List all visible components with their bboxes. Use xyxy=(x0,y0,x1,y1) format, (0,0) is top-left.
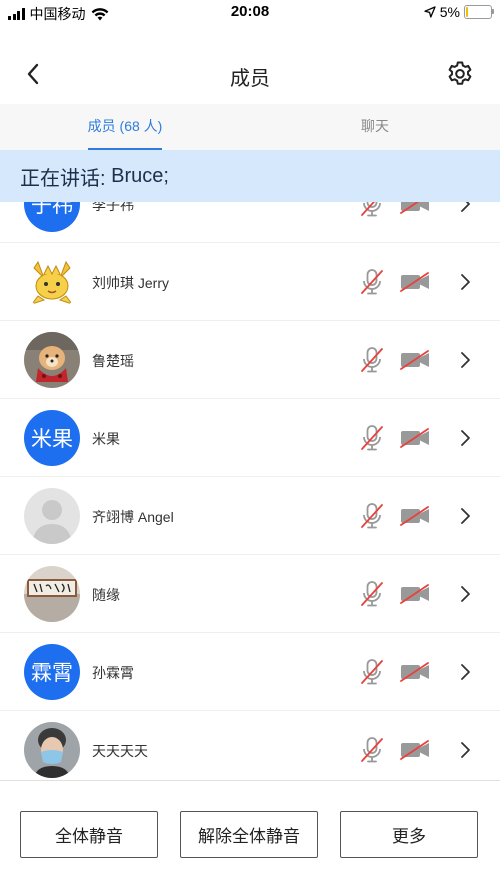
camera-off-icon[interactable] xyxy=(400,583,430,605)
camera-off-icon[interactable] xyxy=(400,349,430,371)
member-row[interactable]: 米果 米果 xyxy=(0,399,500,477)
member-name: 随缘 xyxy=(92,587,120,603)
chevron-right-icon[interactable] xyxy=(458,662,472,682)
member-row[interactable]: 天天天天 xyxy=(0,711,500,780)
bottom-action-bar: 全体静音 解除全体静音 更多 xyxy=(0,780,500,890)
member-row[interactable]: 霖霄 孙霖霄 xyxy=(0,633,500,711)
default-person-icon xyxy=(24,488,80,544)
speaking-label: 正在讲话: xyxy=(20,167,112,190)
member-name: 孙霖霄 xyxy=(92,665,134,681)
member-name: 米果 xyxy=(92,431,120,447)
member-row[interactable]: 子祎 李子祎 xyxy=(0,202,500,243)
mute-all-button[interactable]: 全体静音 xyxy=(20,811,158,858)
chevron-right-icon[interactable] xyxy=(458,506,472,526)
camera-off-icon[interactable] xyxy=(400,271,430,293)
camera-off-icon[interactable] xyxy=(400,505,430,527)
member-list[interactable]: 子祎 李子祎刘帅琪 Jerry 鲁楚瑶米果 米果齐翊博 Angel 随缘霖霄 孙霖霄天天天… xyxy=(0,202,500,780)
dog-photo-icon xyxy=(24,332,80,388)
member-row[interactable]: 鲁楚瑶 xyxy=(0,321,500,399)
member-row[interactable]: 齐翊博 Angel xyxy=(0,477,500,555)
status-right: 5% xyxy=(424,4,494,20)
chevron-right-icon[interactable] xyxy=(458,272,472,292)
settings-button[interactable] xyxy=(444,58,476,90)
mic-muted-icon[interactable] xyxy=(359,502,385,530)
tab-bar: 成员 (68 人) 聊天 xyxy=(0,104,500,150)
chevron-right-icon[interactable] xyxy=(458,202,472,214)
member-row[interactable]: 随缘 xyxy=(0,555,500,633)
location-arrow-icon xyxy=(424,6,436,18)
mic-muted-icon[interactable] xyxy=(359,346,385,374)
member-name: 鲁楚瑶 xyxy=(92,353,134,369)
member-list-content: 子祎 李子祎刘帅琪 Jerry 鲁楚瑶米果 米果齐翊博 Angel 随缘霖霄 孙霖霄天天天… xyxy=(0,202,500,780)
masked-person-photo-icon xyxy=(24,722,80,778)
status-bar: 中国移动 20:08 5% xyxy=(0,0,500,24)
tab-members[interactable]: 成员 (68 人) xyxy=(0,104,250,150)
battery-icon xyxy=(464,5,494,19)
avatar: 霖霄 xyxy=(24,644,80,700)
camera-off-icon[interactable] xyxy=(400,661,430,683)
mic-muted-icon[interactable] xyxy=(359,268,385,296)
unmute-all-button[interactable]: 解除全体静音 xyxy=(180,811,318,858)
mic-muted-icon[interactable] xyxy=(359,580,385,608)
camera-off-icon[interactable] xyxy=(400,427,430,449)
mic-muted-icon[interactable] xyxy=(359,658,385,686)
mic-muted-icon[interactable] xyxy=(359,424,385,452)
nav-bar: 成员 xyxy=(0,44,500,105)
speaking-names: Bruce; xyxy=(111,164,169,187)
gear-icon xyxy=(448,61,472,85)
calligraphy-plaque-icon xyxy=(24,566,80,622)
member-name: 天天天天 xyxy=(92,743,148,759)
avatar: 米果 xyxy=(24,410,80,466)
member-name: 齐翊博 Angel xyxy=(92,509,174,525)
speaking-banner: 正在讲话: Bruce; xyxy=(0,150,500,202)
chevron-right-icon[interactable] xyxy=(458,584,472,604)
avatar: 子祎 xyxy=(24,202,80,232)
chevron-right-icon[interactable] xyxy=(458,428,472,448)
camera-off-icon[interactable] xyxy=(400,202,430,215)
battery-percent: 5% xyxy=(439,4,460,20)
mic-muted-icon[interactable] xyxy=(359,202,385,218)
member-row[interactable]: 刘帅琪 Jerry xyxy=(0,243,500,321)
chevron-left-icon xyxy=(27,63,39,85)
battery-level xyxy=(466,7,468,17)
more-button[interactable]: 更多 xyxy=(340,811,478,858)
chevron-right-icon[interactable] xyxy=(458,350,472,370)
back-button[interactable] xyxy=(18,59,48,89)
cartoon-character-icon xyxy=(24,254,80,310)
member-name: 李子祎 xyxy=(92,202,134,213)
page-title: 成员 xyxy=(230,68,270,90)
member-name: 刘帅琪 Jerry xyxy=(92,275,169,291)
chevron-right-icon[interactable] xyxy=(458,740,472,760)
tab-chat[interactable]: 聊天 xyxy=(250,104,500,150)
camera-off-icon[interactable] xyxy=(400,739,430,761)
mic-muted-icon[interactable] xyxy=(359,736,385,764)
